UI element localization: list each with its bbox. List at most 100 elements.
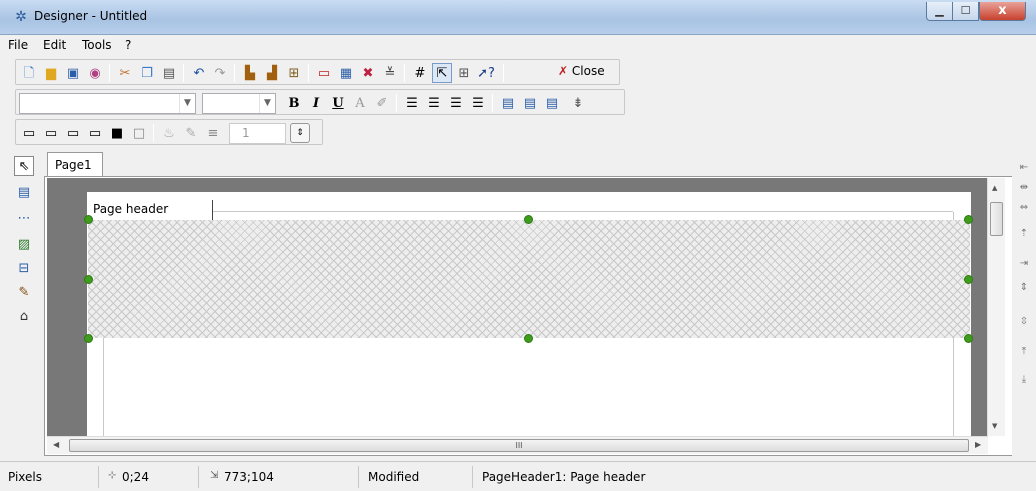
align-top-edges-icon[interactable]: ⇡ [1014, 224, 1034, 244]
undo-icon[interactable]: ↶ [189, 63, 209, 83]
vertical-scrollbar[interactable]: ▲ ▼ [987, 178, 1005, 436]
chevron-down-icon[interactable]: ▼ [259, 94, 275, 113]
menu-file[interactable]: File [8, 38, 28, 52]
space-horizontal-icon[interactable]: ⇔ [1014, 198, 1034, 218]
scroll-right-icon[interactable]: ▶ [975, 440, 981, 449]
band-tool-icon[interactable]: ▤ [14, 182, 34, 202]
dotted-line-icon[interactable]: ⋯ [14, 208, 34, 228]
handle-br[interactable] [964, 334, 973, 343]
status-state: Modified [368, 470, 420, 484]
frame-right-icon[interactable]: ▭ [85, 123, 105, 143]
close-window-button[interactable]: x [979, 2, 1026, 21]
menu-tools[interactable]: Tools [82, 38, 112, 52]
select-tool-icon[interactable]: ⇖ [14, 156, 34, 176]
align-vcenter-icon[interactable]: ⇕ [1014, 278, 1034, 298]
draw-tool-icon[interactable]: ✎ [14, 282, 34, 302]
group-icon[interactable]: ⊞ [284, 63, 304, 83]
align-icon[interactable]: ⊞ [454, 63, 474, 83]
paste-icon[interactable]: ▤ [159, 63, 179, 83]
center-in-band-icon[interactable]: ⤒ [1014, 342, 1034, 362]
redo-icon[interactable]: ↷ [210, 63, 230, 83]
cut-icon[interactable]: ✂ [115, 63, 135, 83]
maximize-button[interactable]: ☐ [952, 2, 979, 21]
scroll-up-icon[interactable]: ▲ [992, 184, 997, 192]
title-bar: ✲ Designer - Untitled ▁ ☐ x [0, 0, 1036, 35]
preview-icon[interactable]: ◉ [85, 63, 105, 83]
horizontal-scrollbar[interactable]: ◀ III ▶ [47, 436, 988, 454]
band-title: Page header [91, 200, 213, 220]
fill-icon[interactable]: ♨ [159, 123, 179, 143]
align-hcenter-icon[interactable]: ⇹ [1014, 178, 1034, 198]
handle-mr[interactable] [964, 275, 973, 284]
minimize-button[interactable]: ▁ [926, 2, 953, 21]
scroll-down-icon[interactable]: ▼ [992, 422, 997, 430]
menu-help[interactable]: ? [125, 38, 131, 52]
report-icon[interactable]: ≚ [380, 63, 400, 83]
highlight-icon[interactable]: ✐ [372, 93, 392, 113]
frame-color-icon[interactable]: ✎ [181, 123, 201, 143]
snap-icon[interactable]: ⇱ [432, 63, 452, 83]
handle-ml[interactable] [84, 275, 93, 284]
handle-tr[interactable] [964, 215, 973, 224]
font-name-combo[interactable]: ▼ [19, 93, 196, 114]
valign-center-icon[interactable]: ▤ [520, 93, 540, 113]
scroll-left-icon[interactable]: ◀ [53, 440, 59, 449]
menu-edit[interactable]: Edit [43, 38, 66, 52]
bring-front-icon[interactable]: ▙ [240, 63, 260, 83]
position-icon: ⊹ [108, 470, 117, 481]
grid-icon[interactable]: # [410, 63, 430, 83]
subreport-tool-icon[interactable]: ⊟ [14, 258, 34, 278]
picture-tool-icon[interactable]: ▨ [14, 234, 34, 254]
space-vertical-icon[interactable]: ⇳ [1014, 312, 1034, 332]
frame-all-icon[interactable]: ▭ [19, 123, 39, 143]
bold-icon[interactable]: B [284, 93, 304, 113]
align-center-icon[interactable]: ☰ [424, 93, 444, 113]
status-size: 773;104 [224, 470, 274, 484]
frame-thick-icon[interactable]: ■ [107, 123, 127, 143]
align-left-icon[interactable]: ☰ [402, 93, 422, 113]
save-icon[interactable]: ▣ [63, 63, 83, 83]
align-right-edges-icon[interactable]: ⇥ [1014, 254, 1034, 274]
handle-bl[interactable] [84, 334, 93, 343]
page-setup-icon[interactable]: ▭ [314, 63, 334, 83]
handle-tl[interactable] [84, 215, 93, 224]
open-icon[interactable]: ▆ [41, 63, 61, 83]
new-icon[interactable]: 🗋 [19, 63, 39, 83]
delete-icon[interactable]: ✖ [358, 63, 378, 83]
font-size-combo[interactable]: ▼ [202, 93, 276, 114]
hscroll-thumb[interactable]: III [69, 439, 969, 452]
frame-left-icon[interactable]: ▭ [41, 123, 61, 143]
size-icon: ⇲ [210, 470, 219, 481]
frame-bottom-icon[interactable]: ▭ [63, 123, 83, 143]
page-header-band[interactable] [88, 220, 970, 338]
format-toolbar: ▼ ▼ B I U A ✐ ☰ ☰ ☰ ☰ ▤ ▤ ▤ ⇟ [15, 89, 625, 115]
chevron-down-icon[interactable]: ▼ [179, 94, 195, 113]
send-back-icon[interactable]: ▟ [262, 63, 282, 83]
align-left-edges-icon[interactable]: ⇤ [1014, 158, 1034, 178]
frame-toolbar: ▭ ▭ ▭ ▭ ■ □ ♨ ✎ ≡ 1 ⇕ [15, 119, 323, 145]
handle-tc[interactable] [524, 215, 533, 224]
line-width-input[interactable]: 1 [229, 123, 286, 144]
status-bar: Pixels ⊹ 0;24 ⇲ 773;104 Modified PageHea… [0, 461, 1036, 491]
window-title: Designer - Untitled [34, 9, 148, 23]
close-report-button[interactable]: ✗ Close [558, 64, 605, 78]
valign-bottom-icon[interactable]: ▤ [542, 93, 562, 113]
copy-icon[interactable]: ❐ [137, 63, 157, 83]
valign-top-icon[interactable]: ▤ [498, 93, 518, 113]
line-style-icon[interactable]: ≡ [203, 123, 223, 143]
handle-bc[interactable] [524, 334, 533, 343]
help-icon[interactable]: ➚? [476, 63, 496, 83]
align-bottom-edges-icon[interactable]: ⤓ [1014, 370, 1034, 390]
italic-icon[interactable]: I [306, 93, 326, 113]
tab-page1[interactable]: Page1 [47, 152, 103, 177]
text-rotate-icon[interactable]: ⇟ [568, 93, 588, 113]
font-color-icon[interactable]: A [350, 93, 370, 113]
frame-none-icon[interactable]: □ [129, 123, 149, 143]
shape-tool-icon[interactable]: ⌂ [14, 306, 34, 326]
spinner-icon[interactable]: ⇕ [290, 123, 310, 143]
vscroll-thumb[interactable] [990, 202, 1003, 236]
justify-icon[interactable]: ☰ [468, 93, 488, 113]
insert-icon[interactable]: ▦ [336, 63, 356, 83]
align-right-icon[interactable]: ☰ [446, 93, 466, 113]
underline-icon[interactable]: U [328, 93, 348, 113]
